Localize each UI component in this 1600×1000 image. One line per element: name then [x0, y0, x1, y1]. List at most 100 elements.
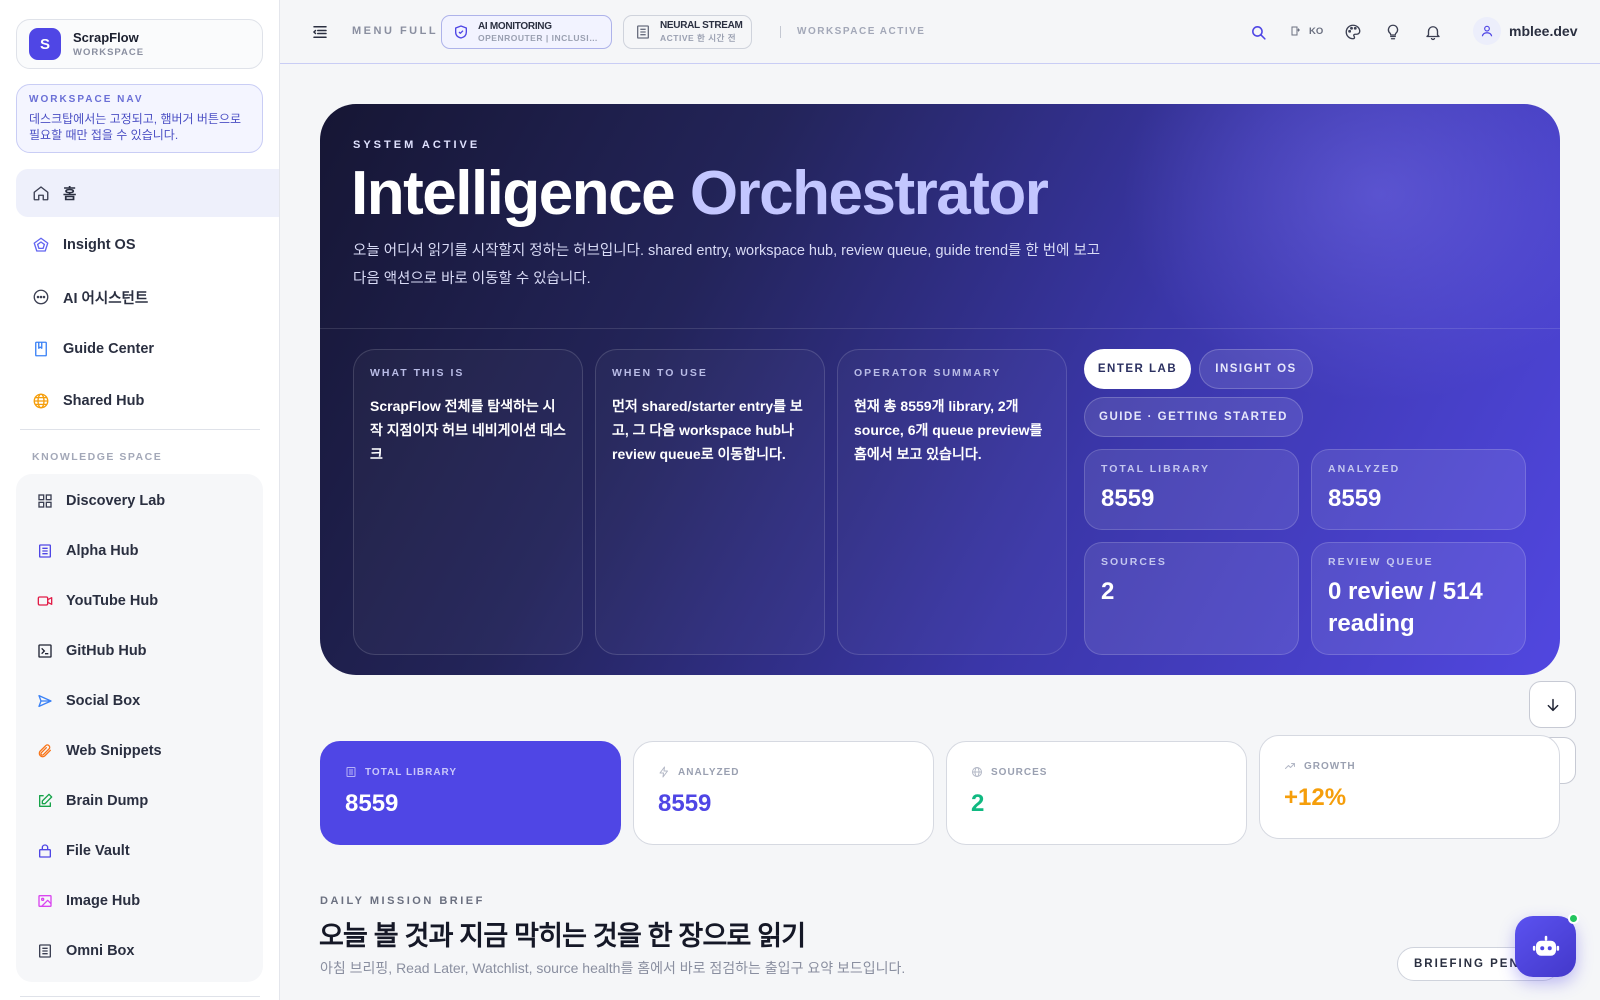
search-icon[interactable] — [1248, 22, 1268, 42]
online-status-indicator — [1568, 913, 1579, 924]
knowledge-space-list: Discovery Lab Alpha Hub YouTube Hub GitH… — [16, 474, 263, 982]
sidebar-item-omni-box[interactable]: Omni Box — [16, 926, 263, 976]
sidebar-item-home[interactable]: 홈 — [16, 169, 279, 217]
guide-getting-started-button[interactable]: GUIDE · GETTING STARTED — [1084, 397, 1303, 437]
stat-analyzed: ANALYZED 8559 — [1311, 449, 1526, 530]
stat-review-queue: REVIEW QUEUE 0 review / 514 reading — [1311, 542, 1526, 655]
ai-assistant-button[interactable] — [1515, 916, 1576, 977]
info-card-when: WHEN TO USE 먼저 shared/starter entry를 보고,… — [595, 349, 825, 655]
kpi-label: GROWTH — [1304, 760, 1356, 772]
sidebar-item-label: Brain Dump — [66, 793, 149, 809]
sidebar-item-image-hub[interactable]: Image Hub — [16, 876, 263, 926]
kpi-label: TOTAL LIBRARY — [365, 766, 458, 778]
sidebar-item-alpha-hub[interactable]: Alpha Hub — [16, 526, 263, 576]
kpi-card-sources[interactable]: SOURCES 2 — [946, 741, 1247, 845]
trend-icon — [1284, 760, 1296, 772]
sidebar-item-label: Web Snippets — [66, 743, 162, 759]
kpi-card-growth[interactable]: GROWTH +12% — [1259, 735, 1560, 839]
info-card-text: 현재 총 8559개 library, 2개 source, 6개 queue … — [854, 398, 1043, 462]
sidebar-item-label: YouTube Hub — [66, 593, 159, 609]
insight-os-button[interactable]: INSIGHT OS — [1199, 349, 1313, 389]
stat-value: 0 review / 514 reading — [1328, 578, 1483, 638]
palette-icon[interactable] — [1343, 22, 1363, 42]
sidebar-item-guide-center[interactable]: Guide Center — [16, 325, 279, 373]
sidebar-item-shared-hub[interactable]: Shared Hub — [16, 377, 279, 425]
ai-monitoring-pill[interactable]: AI MONITORING OPENROUTER | INCLUSIONAI — [441, 15, 612, 49]
home-icon — [32, 184, 50, 202]
pill-subtitle: OPENROUTER | INCLUSIONAI — [478, 33, 600, 43]
arrow-down-icon — [1545, 697, 1561, 713]
pill-title: AI MONITORING — [478, 21, 552, 32]
sidebar-item-file-vault[interactable]: File Vault — [16, 826, 263, 876]
enter-lab-button[interactable]: ENTER LAB — [1084, 349, 1191, 389]
sidebar-item-ai-assistant[interactable]: AI 어시스턴트 — [16, 273, 279, 321]
sidebar-item-web-snippets[interactable]: Web Snippets — [16, 726, 263, 776]
lock-icon — [36, 842, 54, 860]
kpi-value: 8559 — [345, 790, 399, 817]
username: mblee.dev — [1509, 23, 1578, 39]
robot-icon — [1531, 932, 1561, 962]
sidebar-item-label: Shared Hub — [63, 393, 145, 409]
stat-total-library: TOTAL LIBRARY 8559 — [1084, 449, 1299, 530]
sidebar-item-label: Image Hub — [66, 893, 141, 909]
navnote-title: WORKSPACE NAV — [29, 94, 144, 105]
hero-title-accent: Orchestrator — [689, 159, 1049, 228]
sidebar-item-brain-dump[interactable]: Brain Dump — [16, 776, 263, 826]
brief-eyebrow: DAILY MISSION BRIEF — [320, 895, 485, 907]
sidebar-item-youtube-hub[interactable]: YouTube Hub — [16, 576, 263, 626]
stat-value: 2 — [1101, 578, 1115, 605]
neural-stream-pill[interactable]: NEURAL STREAM ACTIVE 한 시간 전 — [623, 15, 752, 49]
navnote-text: 데스크탑에서는 고정되고, 햄버거 버튼으로 필요할 때만 접을 수 있습니다. — [29, 112, 242, 143]
sidebar-item-social-box[interactable]: Social Box — [16, 676, 263, 726]
kpi-label: SOURCES — [991, 766, 1048, 778]
sidebar-item-github-hub[interactable]: GitHub Hub — [16, 626, 263, 676]
brand-subtitle: WORKSPACE — [73, 47, 145, 59]
scroll-down-button[interactable] — [1529, 681, 1576, 728]
kpi-value: 8559 — [658, 790, 712, 817]
info-card-label: WHAT THIS IS — [370, 367, 465, 379]
sidebar-item-insight-os[interactable]: Insight OS — [16, 221, 279, 269]
sidebar-item-discovery-lab[interactable]: Discovery Lab — [16, 476, 263, 526]
sidebar-item-label: Omni Box — [66, 943, 135, 959]
document-icon — [345, 766, 357, 778]
menu-toggle-icon[interactable] — [311, 23, 329, 46]
info-card-summary: OPERATOR SUMMARY 현재 총 8559개 library, 2개 … — [837, 349, 1067, 655]
language-code: KO — [1309, 25, 1324, 37]
sidebar-item-label: AI 어시스턴트 — [63, 290, 149, 307]
language-switcher[interactable]: KO — [1290, 25, 1323, 37]
hero-eyebrow: SYSTEM ACTIVE — [353, 139, 481, 151]
shield-icon — [453, 24, 469, 40]
info-card-label: OPERATOR SUMMARY — [854, 367, 1002, 379]
section-label: KNOWLEDGE SPACE — [32, 451, 163, 463]
bell-icon[interactable] — [1423, 22, 1443, 42]
topbar: MENU FULL AI MONITORING OPENROUTER | INC… — [280, 0, 1600, 64]
lightbulb-icon[interactable] — [1383, 22, 1403, 42]
brand-logo: S — [29, 28, 61, 60]
edit-icon — [36, 792, 54, 810]
chat-icon — [32, 288, 50, 306]
book-icon — [32, 340, 50, 358]
grid-icon — [36, 492, 54, 510]
user-menu[interactable]: mblee.dev — [1473, 17, 1577, 45]
divider — [20, 429, 260, 430]
kpi-label: ANALYZED — [678, 766, 740, 778]
workspace-switcher[interactable]: S ScrapFlow WORKSPACE — [16, 19, 263, 69]
list-icon — [36, 942, 54, 960]
translate-icon — [1290, 25, 1302, 37]
workspace-status: WORKSPACE ACTIVE — [797, 26, 926, 37]
workspace-nav-note: WORKSPACE NAV 데스크탑에서는 고정되고, 햄버거 버튼으로 필요할… — [16, 84, 263, 153]
sidebar-item-label: Social Box — [66, 693, 141, 709]
globe-icon — [32, 392, 50, 410]
kpi-value: 2 — [971, 790, 985, 817]
sidebar: S ScrapFlow WORKSPACE WORKSPACE NAV 데스크탑… — [0, 0, 280, 1000]
kpi-card-total-library[interactable]: TOTAL LIBRARY 8559 — [320, 741, 621, 845]
menu-full-label[interactable]: MENU FULL — [352, 25, 438, 37]
divider — [20, 996, 260, 997]
kpi-card-analyzed[interactable]: ANALYZED 8559 — [633, 741, 934, 845]
sidebar-item-label: Insight OS — [63, 237, 136, 253]
divider — [780, 26, 781, 38]
globe-icon — [971, 766, 983, 778]
info-card-what: WHAT THIS IS ScrapFlow 전체를 탐색하는 시작 지점이자 … — [353, 349, 583, 655]
info-card-label: WHEN TO USE — [612, 367, 708, 379]
brief-title: 오늘 볼 것과 지금 막히는 것을 한 장으로 읽기 — [319, 921, 806, 951]
